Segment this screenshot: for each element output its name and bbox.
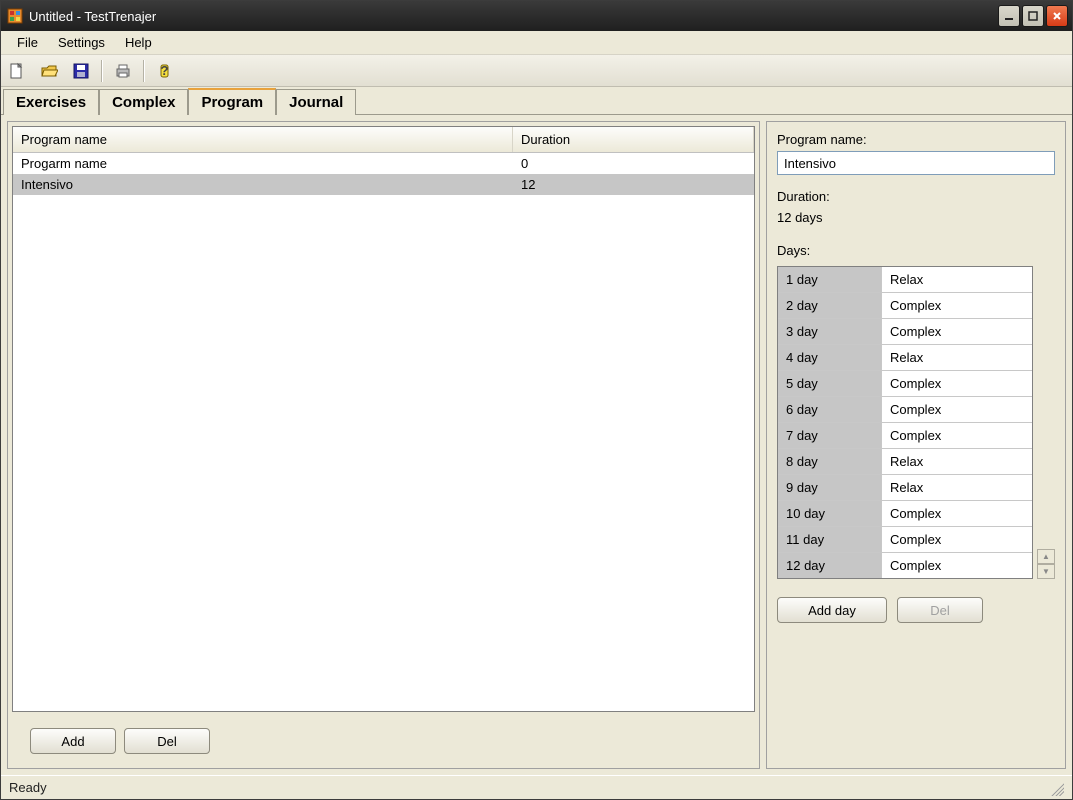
add-button[interactable]: Add: [30, 728, 116, 754]
days-row[interactable]: 2 dayComplex: [778, 293, 1032, 319]
programs-list-header: Program name Duration: [13, 127, 754, 153]
new-icon[interactable]: [5, 59, 29, 83]
days-row[interactable]: 7 dayComplex: [778, 423, 1032, 449]
menubar: File Settings Help: [1, 31, 1072, 55]
resize-grip-icon[interactable]: [1048, 780, 1064, 796]
print-icon[interactable]: [111, 59, 135, 83]
day-cell: 3 day: [778, 319, 882, 344]
days-row[interactable]: 11 dayComplex: [778, 527, 1032, 553]
window-title: Untitled - TestTrenajer: [29, 9, 996, 24]
status-text: Ready: [9, 780, 47, 795]
days-row[interactable]: 4 dayRelax: [778, 345, 1032, 371]
type-cell: Complex: [882, 293, 1032, 318]
add-day-button[interactable]: Add day: [777, 597, 887, 623]
details-panel: Program name: Duration: 12 days Days: 1 …: [766, 121, 1066, 769]
table-row[interactable]: Progarm name 0: [13, 153, 754, 174]
day-cell: 4 day: [778, 345, 882, 370]
day-cell: 8 day: [778, 449, 882, 474]
day-cell: 5 day: [778, 371, 882, 396]
help-icon[interactable]: ?: [153, 59, 177, 83]
column-header-name[interactable]: Program name: [13, 127, 513, 152]
type-cell: Complex: [882, 371, 1032, 396]
client-area: Program name Duration Progarm name 0 Int…: [1, 115, 1072, 775]
del-day-button[interactable]: Del: [897, 597, 983, 623]
close-button[interactable]: [1046, 5, 1068, 27]
days-row[interactable]: 9 dayRelax: [778, 475, 1032, 501]
del-button[interactable]: Del: [124, 728, 210, 754]
app-window: Untitled - TestTrenajer File Settings He…: [0, 0, 1073, 800]
programs-button-row: Add Del: [12, 722, 755, 764]
type-cell: Complex: [882, 423, 1032, 448]
days-row[interactable]: 10 dayComplex: [778, 501, 1032, 527]
statusbar: Ready: [1, 775, 1072, 799]
table-row[interactable]: Intensivo 12: [13, 174, 754, 195]
tab-complex[interactable]: Complex: [99, 89, 188, 115]
type-cell: Relax: [882, 267, 1032, 292]
spinner-up-icon[interactable]: ▲: [1037, 549, 1055, 564]
type-cell: Relax: [882, 345, 1032, 370]
save-icon[interactable]: [69, 59, 93, 83]
cell-duration: 0: [513, 153, 754, 174]
programs-list[interactable]: Program name Duration Progarm name 0 Int…: [12, 126, 755, 712]
day-cell: 1 day: [778, 267, 882, 292]
days-row[interactable]: 12 dayComplex: [778, 553, 1032, 578]
toolbar-separator: [101, 60, 103, 82]
minimize-button[interactable]: [998, 5, 1020, 27]
app-icon: [7, 8, 23, 24]
days-row[interactable]: 5 dayComplex: [778, 371, 1032, 397]
type-cell: Complex: [882, 397, 1032, 422]
days-spinner[interactable]: ▲ ▼: [1037, 549, 1055, 579]
days-label: Days:: [777, 243, 1055, 258]
duration-value: 12 days: [777, 210, 1055, 225]
cell-duration: 12: [513, 174, 754, 195]
tabbar: Exercises Complex Program Journal: [1, 87, 1072, 115]
type-cell: Relax: [882, 475, 1032, 500]
maximize-button[interactable]: [1022, 5, 1044, 27]
day-cell: 7 day: [778, 423, 882, 448]
cell-name: Intensivo: [13, 174, 513, 195]
cell-name: Progarm name: [13, 153, 513, 174]
day-cell: 2 day: [778, 293, 882, 318]
day-cell: 11 day: [778, 527, 882, 552]
program-name-input[interactable]: [777, 151, 1055, 175]
toolbar: ?: [1, 55, 1072, 87]
titlebar[interactable]: Untitled - TestTrenajer: [1, 1, 1072, 31]
type-cell: Complex: [882, 501, 1032, 526]
type-cell: Relax: [882, 449, 1032, 474]
tab-journal[interactable]: Journal: [276, 89, 356, 115]
day-cell: 10 day: [778, 501, 882, 526]
program-name-label: Program name:: [777, 132, 1055, 147]
type-cell: Complex: [882, 553, 1032, 578]
programs-panel: Program name Duration Progarm name 0 Int…: [7, 121, 760, 769]
day-cell: 12 day: [778, 553, 882, 578]
svg-text:?: ?: [161, 63, 169, 78]
column-header-duration[interactable]: Duration: [513, 127, 754, 152]
day-cell: 9 day: [778, 475, 882, 500]
type-cell: Complex: [882, 319, 1032, 344]
day-cell: 6 day: [778, 397, 882, 422]
days-row[interactable]: 8 dayRelax: [778, 449, 1032, 475]
menu-settings[interactable]: Settings: [48, 32, 115, 53]
days-row[interactable]: 1 dayRelax: [778, 267, 1032, 293]
menu-file[interactable]: File: [7, 32, 48, 53]
open-icon[interactable]: [37, 59, 61, 83]
spinner-down-icon[interactable]: ▼: [1037, 564, 1055, 579]
tab-exercises[interactable]: Exercises: [3, 89, 99, 115]
details-button-row: Add day Del: [777, 579, 1055, 623]
toolbar-separator: [143, 60, 145, 82]
tab-program[interactable]: Program: [188, 88, 276, 115]
days-row[interactable]: 3 dayComplex: [778, 319, 1032, 345]
menu-help[interactable]: Help: [115, 32, 162, 53]
duration-label: Duration:: [777, 189, 1055, 204]
type-cell: Complex: [882, 527, 1032, 552]
days-row[interactable]: 6 dayComplex: [778, 397, 1032, 423]
days-table[interactable]: 1 dayRelax 2 dayComplex 3 dayComplex 4 d…: [777, 266, 1033, 579]
